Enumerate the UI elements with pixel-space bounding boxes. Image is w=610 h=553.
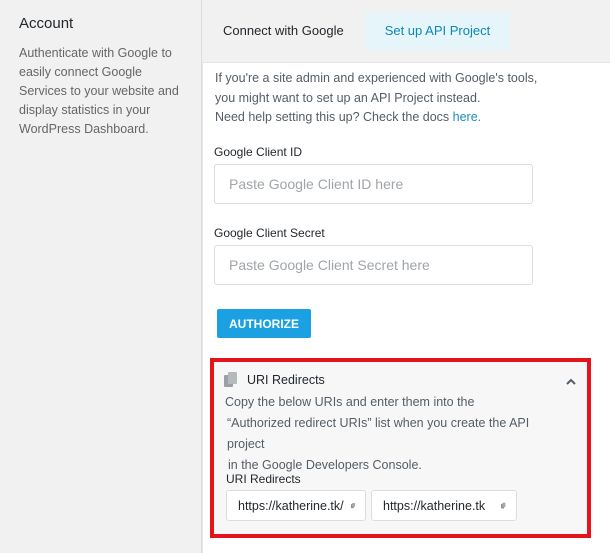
- client-secret-label: Google Client Secret: [214, 226, 325, 240]
- api-project-panel: If you're a site admin and experienced w…: [202, 62, 610, 553]
- uri-redirects-sub-label: URI Redirects: [226, 472, 301, 486]
- copy-icon[interactable]: [350, 499, 355, 512]
- tab-bar: Connect with Google Set up API Project: [202, 12, 511, 50]
- help-text: Need help setting this up? Check the doc…: [215, 110, 453, 124]
- account-section: Account Authenticate with Google to easi…: [19, 14, 189, 139]
- docs-link[interactable]: here.: [453, 110, 482, 124]
- uri-desc-line-2: “Authorized redirect URIs” list when you…: [227, 416, 530, 451]
- uri-desc-line-1: Copy the below URIs and enter them into …: [225, 395, 475, 409]
- client-id-input[interactable]: [214, 164, 533, 204]
- uri-redirect-text: https://katherine.tk: [383, 498, 486, 513]
- section-title: Account: [19, 15, 74, 32]
- client-id-label: Google Client ID: [214, 145, 303, 159]
- uri-redirects-title: URI Redirects: [247, 373, 325, 387]
- tab-connect-with-google[interactable]: Connect with Google: [202, 12, 365, 50]
- tab-set-up-api-project[interactable]: Set up API Project: [364, 12, 511, 50]
- uri-redirects-box: URI Redirects Copy the below URIs and en…: [210, 358, 591, 538]
- document-copy-icon: [224, 372, 237, 387]
- copy-icon[interactable]: [501, 499, 506, 512]
- intro-text: If you're a site admin and experienced w…: [215, 69, 545, 128]
- uri-redirect-text: https://katherine.tk/: [238, 498, 344, 513]
- uri-redirect-item[interactable]: https://katherine.tk/: [226, 490, 366, 521]
- authorize-button[interactable]: AUTHORIZE: [217, 309, 311, 338]
- uri-redirect-item[interactable]: https://katherine.tk: [371, 490, 517, 521]
- chevron-up-icon[interactable]: [565, 376, 577, 388]
- uri-redirects-header[interactable]: URI Redirects: [224, 372, 325, 388]
- intro-description: If you're a site admin and experienced w…: [215, 71, 538, 105]
- uri-redirects-description: Copy the below URIs and enter them into …: [225, 392, 570, 476]
- client-secret-input[interactable]: [214, 245, 533, 285]
- section-description: Authenticate with Google to easily conne…: [19, 46, 179, 136]
